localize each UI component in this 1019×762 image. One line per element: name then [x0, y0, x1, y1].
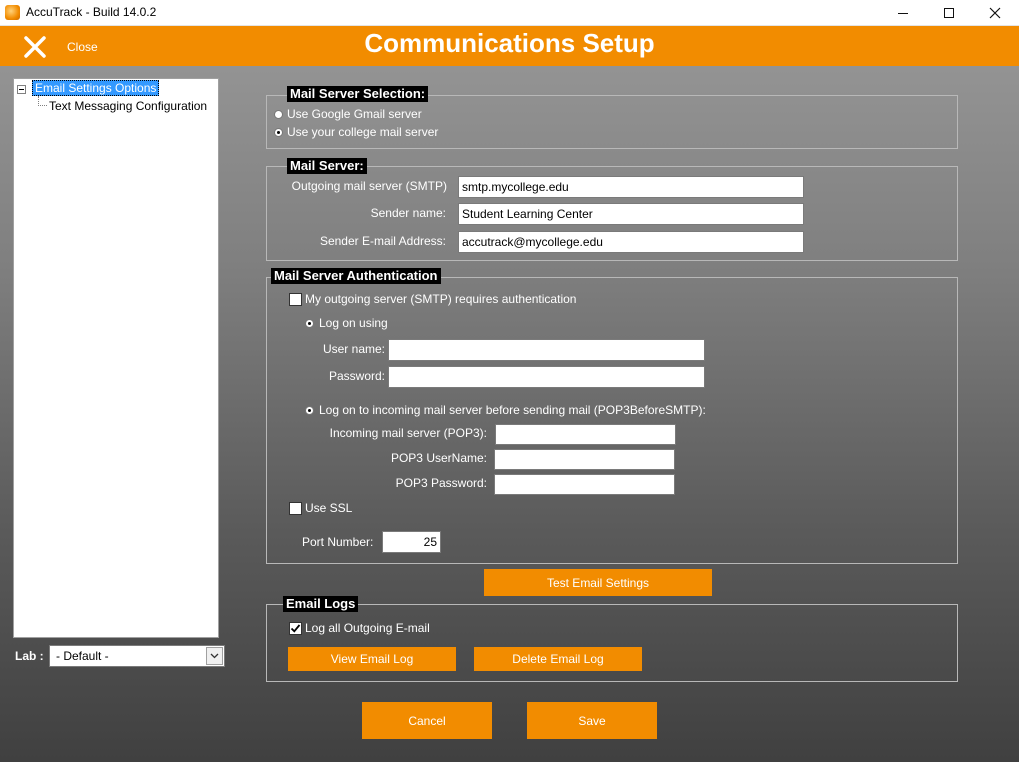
radio-college-server-label[interactable]: Use your college mail server [287, 125, 438, 139]
log-all-email-checkbox[interactable] [289, 622, 302, 635]
smtp-label: Outgoing mail server (SMTP) [291, 179, 447, 193]
password-label: Password: [328, 369, 385, 383]
pop3-password-input[interactable] [494, 474, 675, 495]
use-ssl-checkbox[interactable] [289, 502, 302, 515]
mail-server-selection-legend: Mail Server Selection: [287, 86, 429, 102]
window-title: AccuTrack - Build 14.0.2 [26, 5, 157, 19]
lab-select-value: - Default - [56, 649, 109, 663]
port-label: Port Number: [302, 535, 374, 549]
requires-auth-checkbox[interactable] [289, 293, 302, 306]
minimize-icon [898, 12, 908, 14]
pop3-server-label: Incoming mail server (POP3): [329, 426, 487, 440]
app-logo-icon [5, 5, 20, 20]
lab-label: Lab : [15, 649, 44, 663]
delete-email-log-button[interactable]: Delete Email Log [474, 647, 642, 671]
radio-pop3-before-smtp-label[interactable]: Log on to incoming mail server before se… [319, 403, 706, 417]
password-input[interactable] [388, 366, 705, 388]
email-logs-legend: Email Logs [283, 596, 359, 612]
checkmark-icon [290, 624, 301, 633]
radio-logon-using[interactable] [305, 319, 314, 328]
log-all-email-label[interactable]: Log all Outgoing E-mail [305, 621, 430, 635]
lab-dropdown-button[interactable] [206, 647, 223, 665]
username-label: User name: [322, 342, 385, 356]
pop3-username-label: POP3 UserName: [390, 451, 487, 465]
sender-email-label: Sender E-mail Address: [319, 234, 446, 248]
save-button[interactable]: Save [527, 702, 657, 739]
tree-connector [38, 105, 47, 106]
mail-server-selection-group [266, 95, 958, 149]
tree-item-email-settings[interactable]: Email Settings Options [32, 80, 160, 96]
mail-server-legend: Mail Server: [287, 158, 367, 174]
sender-name-label: Sender name: [370, 206, 446, 220]
test-email-settings-button[interactable]: Test Email Settings [484, 569, 712, 596]
port-input[interactable] [382, 531, 441, 553]
requires-auth-label[interactable]: My outgoing server (SMTP) requires authe… [305, 292, 576, 306]
tree-item-text-messaging[interactable]: Text Messaging Configuration [49, 98, 207, 114]
radio-gmail[interactable] [274, 110, 283, 119]
maximize-icon [944, 8, 954, 18]
radio-college-server[interactable] [274, 128, 283, 137]
view-email-log-button[interactable]: View Email Log [288, 647, 456, 671]
radio-pop3-before-smtp[interactable] [305, 406, 314, 415]
pop3-password-label: POP3 Password: [395, 476, 487, 490]
radio-logon-using-label[interactable]: Log on using [319, 316, 388, 330]
settings-tree: Email Settings Options Text Messaging Co… [13, 78, 219, 638]
close-window-icon [989, 7, 1001, 19]
tree-collapse-icon[interactable] [17, 85, 26, 94]
radio-gmail-label[interactable]: Use Google Gmail server [287, 107, 422, 121]
smtp-server-input[interactable] [458, 176, 804, 198]
username-input[interactable] [388, 339, 705, 361]
authentication-legend: Mail Server Authentication [271, 268, 441, 284]
sender-name-input[interactable] [458, 203, 804, 225]
lab-select[interactable]: - Default - [49, 645, 225, 667]
page-title: Communications Setup [364, 28, 655, 58]
pop3-username-input[interactable] [494, 449, 675, 470]
chevron-down-icon [210, 653, 219, 659]
maximize-button[interactable] [926, 0, 972, 26]
sender-email-input[interactable] [458, 231, 804, 253]
use-ssl-label[interactable]: Use SSL [305, 501, 352, 515]
cancel-button[interactable]: Cancel [362, 702, 492, 739]
minimize-button[interactable] [880, 0, 926, 26]
pop3-server-input[interactable] [495, 424, 676, 445]
close-window-button[interactable] [972, 0, 1018, 26]
